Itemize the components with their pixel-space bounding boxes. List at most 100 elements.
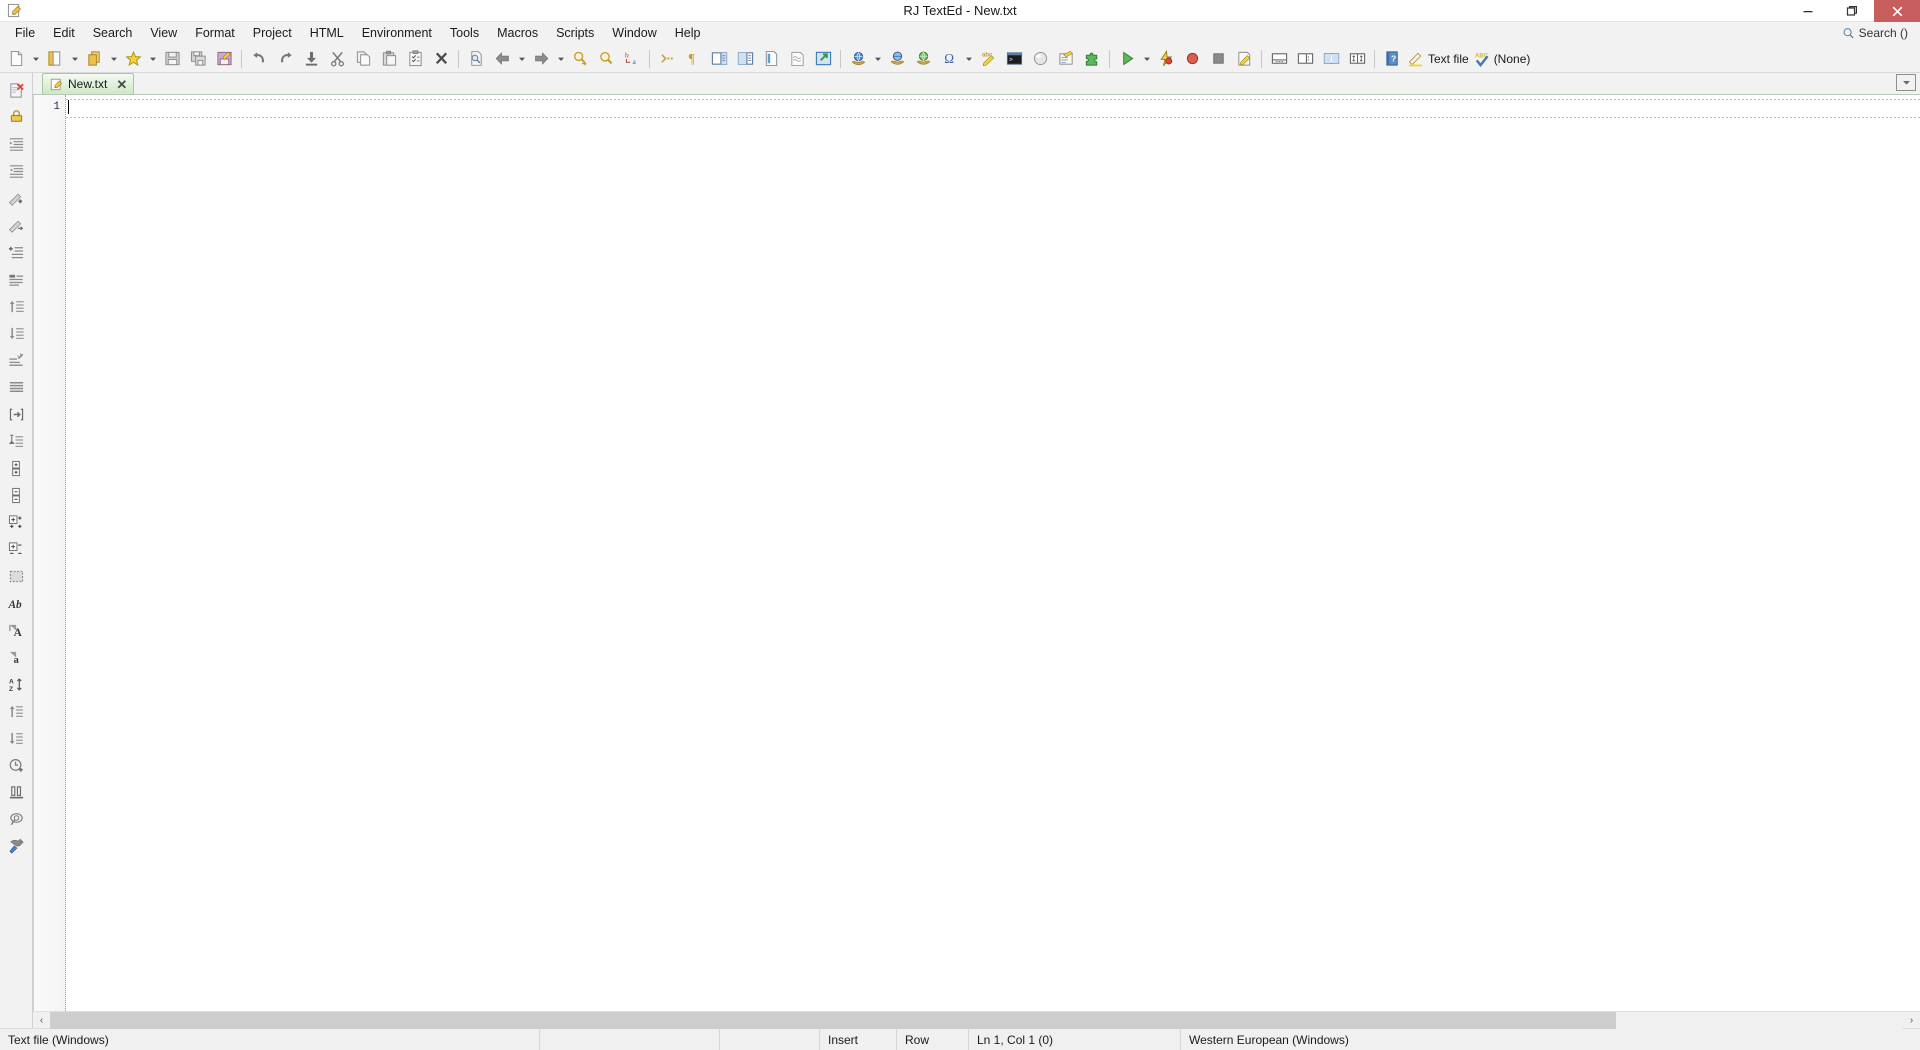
navigate-back-button[interactable] xyxy=(489,46,515,72)
spellcheck-indicator[interactable]: ABC (None) xyxy=(1471,50,1533,67)
uppercase-button[interactable]: A xyxy=(2,617,30,644)
record-search-button[interactable] xyxy=(2,806,30,833)
expand-all-button[interactable] xyxy=(2,455,30,482)
expand-selection-button[interactable] xyxy=(2,509,30,536)
navigate-forward-button[interactable] xyxy=(528,46,554,72)
tab-overflow-button[interactable] xyxy=(1896,74,1916,91)
sort-descending-button[interactable] xyxy=(2,725,30,752)
insert-line-above-button[interactable] xyxy=(2,239,30,266)
open-recent-dropdown[interactable] xyxy=(107,46,120,72)
insert-line-below-button[interactable] xyxy=(2,266,30,293)
indent-increase-button[interactable] xyxy=(2,131,30,158)
trim-whitespace-button[interactable] xyxy=(2,347,30,374)
clipboard-history-button[interactable] xyxy=(402,46,428,72)
column-mode-button[interactable] xyxy=(2,779,30,806)
lowercase-button[interactable]: a xyxy=(2,644,30,671)
menu-macros[interactable]: Macros xyxy=(488,23,547,44)
record-macro-button[interactable] xyxy=(1179,46,1205,72)
ftp-upload-button[interactable] xyxy=(845,46,871,72)
panel-columns-button[interactable] xyxy=(1344,46,1370,72)
menu-edit[interactable]: Edit xyxy=(44,23,84,44)
sort-az-button[interactable]: A Z xyxy=(2,671,30,698)
debug-script-button[interactable] xyxy=(1153,46,1179,72)
panel-top-button[interactable] xyxy=(1292,46,1318,72)
save-all-button[interactable] xyxy=(185,46,211,72)
menu-file[interactable]: File xyxy=(6,23,44,44)
copy-button[interactable] xyxy=(350,46,376,72)
ftp-browse-button[interactable] xyxy=(884,46,910,72)
maximize-button[interactable] xyxy=(1830,0,1874,22)
open-file-dropdown[interactable] xyxy=(68,46,81,72)
preview-pane-button[interactable] xyxy=(758,46,784,72)
panel-bottom-button[interactable] xyxy=(1266,46,1292,72)
tab-new-txt[interactable]: New.txt ✕ xyxy=(42,73,135,94)
redo-button[interactable] xyxy=(272,46,298,72)
status-encoding[interactable]: Western European (Windows) xyxy=(1181,1029,1661,1050)
split-horizontal-button[interactable] xyxy=(732,46,758,72)
scroll-right-arrow[interactable]: › xyxy=(1903,1011,1920,1029)
toggle-case-button[interactable]: Ab xyxy=(2,590,30,617)
menu-search[interactable]: Search xyxy=(84,23,142,44)
scroll-thumb[interactable] xyxy=(50,1011,1616,1029)
build-tools-button[interactable] xyxy=(2,833,30,860)
stop-macro-button[interactable] xyxy=(1205,46,1231,72)
insert-timestamp-button[interactable] xyxy=(2,752,30,779)
save-button[interactable] xyxy=(159,46,185,72)
navigate-back-dropdown[interactable] xyxy=(515,46,528,72)
cut-button[interactable] xyxy=(324,46,350,72)
horizontal-scrollbar[interactable]: ‹ › xyxy=(33,1011,1920,1029)
favorites-dropdown[interactable] xyxy=(146,46,159,72)
menu-help[interactable]: Help xyxy=(666,23,710,44)
tab-close-icon[interactable]: ✕ xyxy=(116,78,127,91)
compare-files-button[interactable] xyxy=(784,46,810,72)
open-recent-button[interactable] xyxy=(81,46,107,72)
menu-view[interactable]: View xyxy=(141,23,186,44)
insert-symbol-button[interactable]: Ω xyxy=(936,46,962,72)
insert-symbol-dropdown[interactable] xyxy=(962,46,975,72)
export-window-button[interactable] xyxy=(810,46,836,72)
paste-button[interactable] xyxy=(376,46,402,72)
run-script-button[interactable] xyxy=(1114,46,1140,72)
indent-decrease-button[interactable] xyxy=(2,158,30,185)
replace-button[interactable]: b a xyxy=(619,46,645,72)
menu-window[interactable]: Window xyxy=(603,23,665,44)
menu-format[interactable]: Format xyxy=(186,23,244,44)
insert-download-button[interactable] xyxy=(298,46,324,72)
spell-check-button[interactable]: abc xyxy=(975,46,1001,72)
delete-button[interactable] xyxy=(428,46,454,72)
panel-left-button[interactable] xyxy=(1318,46,1344,72)
text-editor-surface[interactable] xyxy=(66,95,1920,1011)
open-file-button[interactable] xyxy=(42,46,68,72)
favorites-button[interactable] xyxy=(120,46,146,72)
command-prompt-button[interactable]: > xyxy=(1001,46,1027,72)
show-paragraph-button[interactable]: ¶ xyxy=(680,46,706,72)
menu-tools[interactable]: Tools xyxy=(441,23,488,44)
color-picker-button[interactable] xyxy=(1027,46,1053,72)
print-preview-button[interactable] xyxy=(463,46,489,72)
filetype-indicator[interactable]: Text file xyxy=(1405,50,1471,67)
collapse-selection-button[interactable] xyxy=(2,536,30,563)
menu-project[interactable]: Project xyxy=(244,23,301,44)
menu-scripts[interactable]: Scripts xyxy=(547,23,603,44)
align-text-button[interactable] xyxy=(2,374,30,401)
show-spaces-button[interactable] xyxy=(654,46,680,72)
move-line-down-button[interactable] xyxy=(2,320,30,347)
find-button[interactable] xyxy=(567,46,593,72)
select-block-button[interactable] xyxy=(2,563,30,590)
ftp-dropdown[interactable] xyxy=(871,46,884,72)
move-line-up-button[interactable] xyxy=(2,293,30,320)
comment-block-button[interactable] xyxy=(2,185,30,212)
status-row-mode[interactable]: Row xyxy=(897,1028,969,1050)
web-preview-button[interactable] xyxy=(910,46,936,72)
find-next-button[interactable] xyxy=(593,46,619,72)
close-button[interactable] xyxy=(1874,0,1920,22)
minimize-button[interactable] xyxy=(1786,0,1830,22)
new-file-button[interactable] xyxy=(3,46,29,72)
run-dropdown[interactable] xyxy=(1140,46,1153,72)
lock-document-button[interactable] xyxy=(2,104,30,131)
sort-ascending-button[interactable] xyxy=(2,698,30,725)
collapse-all-button[interactable] xyxy=(2,482,30,509)
plugins-button[interactable] xyxy=(1079,46,1105,72)
close-document-button[interactable] xyxy=(2,77,30,104)
insert-bookmark-button[interactable] xyxy=(2,428,30,455)
